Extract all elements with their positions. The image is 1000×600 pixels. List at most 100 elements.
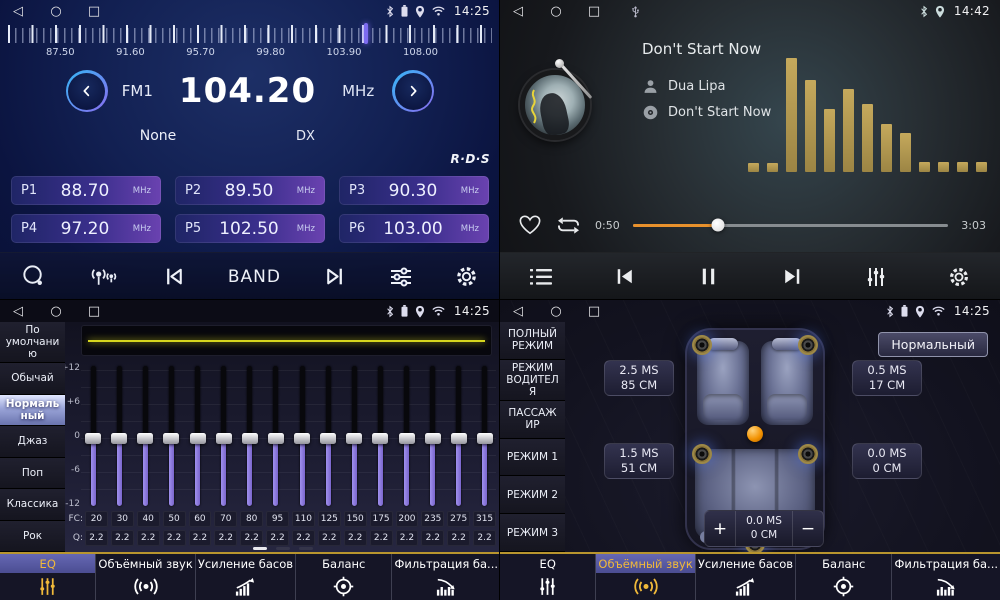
- band-q-value[interactable]: 2.2: [344, 530, 367, 546]
- seek-bar[interactable]: [633, 224, 949, 227]
- recents-button[interactable]: □: [86, 304, 102, 319]
- delay-rear-left-button[interactable]: 1.5 MS 51 CM: [604, 443, 674, 479]
- frequency-scale[interactable]: 87.5091.6095.7099.80103.90108.00: [8, 26, 492, 60]
- eq-band-slider[interactable]: [370, 366, 390, 510]
- band-q-value[interactable]: 2.2: [137, 530, 160, 546]
- listening-mode-item[interactable]: РЕЖИМ 3: [500, 514, 565, 552]
- equalizer-icon[interactable]: [864, 265, 888, 289]
- eq-slider-handle[interactable]: [425, 433, 441, 444]
- band-q-value[interactable]: 2.2: [111, 530, 134, 546]
- eq-preset-item[interactable]: Классика: [0, 489, 65, 520]
- page-dot[interactable]: [253, 547, 267, 550]
- listening-mode-item[interactable]: РЕЖИМ 2: [500, 476, 565, 514]
- band-q-value[interactable]: 2.2: [292, 530, 315, 546]
- listening-mode-item[interactable]: ПАССАЖИР: [500, 401, 565, 439]
- seek-up-button[interactable]: [392, 70, 434, 112]
- tab-bass-boost[interactable]: Усиление басов: [195, 554, 295, 600]
- eq-slider-handle[interactable]: [346, 433, 362, 444]
- band-frequency-value[interactable]: 125: [318, 511, 341, 527]
- band-frequency-value[interactable]: 235: [421, 511, 444, 527]
- eq-slider-handle[interactable]: [163, 433, 179, 444]
- recents-button[interactable]: □: [86, 4, 102, 19]
- tab-balance[interactable]: Баланс: [295, 554, 391, 600]
- tab-surround-sound[interactable]: Объёмный звук: [595, 554, 694, 600]
- eq-preset-item[interactable]: Рок: [0, 521, 65, 552]
- home-button[interactable]: ○: [548, 304, 564, 319]
- delay-decrease-button[interactable]: −: [793, 511, 823, 546]
- tab-filter[interactable]: Фильтрация ба...: [891, 554, 1000, 600]
- seek-down-button[interactable]: [66, 70, 108, 112]
- preset-button-p2[interactable]: P289.50MHz: [175, 176, 325, 205]
- eq-band-slider[interactable]: [318, 366, 338, 510]
- home-button[interactable]: ○: [548, 4, 564, 19]
- band-q-value[interactable]: 2.2: [189, 530, 212, 546]
- preset-button-p4[interactable]: P497.20MHz: [11, 214, 161, 243]
- eq-band-slider[interactable]: [188, 366, 208, 510]
- preset-button-p6[interactable]: P6103.00MHz: [339, 214, 489, 243]
- band-q-value[interactable]: 2.2: [240, 530, 263, 546]
- favorite-heart-icon[interactable]: [518, 214, 542, 236]
- band-frequency-value[interactable]: 40: [137, 511, 160, 527]
- eq-band-slider[interactable]: [344, 366, 364, 510]
- previous-station-icon[interactable]: [162, 264, 187, 289]
- listener-position-ball[interactable]: [747, 426, 763, 442]
- band-q-value[interactable]: 2.2: [421, 530, 444, 546]
- settings-gear-icon[interactable]: [454, 264, 479, 289]
- band-frequency-value[interactable]: 80: [240, 511, 263, 527]
- preset-button-p1[interactable]: P188.70MHz: [11, 176, 161, 205]
- eq-slider-handle[interactable]: [216, 433, 232, 444]
- eq-slider-handle[interactable]: [294, 433, 310, 444]
- eq-band-slider[interactable]: [449, 366, 469, 510]
- scan-button[interactable]: [20, 263, 47, 290]
- band-q-value[interactable]: 2.2: [318, 530, 341, 546]
- band-frequency-value[interactable]: 200: [396, 511, 419, 527]
- back-button[interactable]: ◁: [10, 4, 26, 19]
- tab-filter[interactable]: Фильтрация ба...: [391, 554, 500, 600]
- delay-rear-right-button[interactable]: 0.0 MS 0 CM: [852, 443, 922, 479]
- eq-slider-handle[interactable]: [320, 433, 336, 444]
- tuning-pointer[interactable]: [364, 23, 368, 44]
- delay-front-right-button[interactable]: 0.5 MS 17 CM: [852, 360, 922, 396]
- sound-preset-button[interactable]: Нормальный: [878, 332, 988, 357]
- next-track-icon[interactable]: [780, 264, 805, 289]
- eq-band-slider[interactable]: [214, 366, 234, 510]
- eq-slider-handle[interactable]: [451, 433, 467, 444]
- eq-slider-handle[interactable]: [477, 433, 493, 444]
- eq-preset-item[interactable]: Нормальный: [0, 395, 65, 426]
- tab-eq[interactable]: EQ: [500, 554, 595, 600]
- eq-slider-handle[interactable]: [242, 433, 258, 444]
- band-frequency-value[interactable]: 275: [447, 511, 470, 527]
- band-q-value[interactable]: 2.2: [266, 530, 289, 546]
- band-q-value[interactable]: 2.2: [447, 530, 470, 546]
- band-frequency-value[interactable]: 95: [266, 511, 289, 527]
- listening-mode-item[interactable]: ПОЛНЫЙ РЕЖИМ: [500, 322, 565, 360]
- tab-balance[interactable]: Баланс: [795, 554, 891, 600]
- tab-bass-boost[interactable]: Усиление басов: [695, 554, 795, 600]
- band-q-value[interactable]: 2.2: [370, 530, 393, 546]
- eq-band-slider[interactable]: [397, 366, 417, 510]
- delay-increase-button[interactable]: +: [705, 511, 735, 546]
- eq-band-slider[interactable]: [292, 366, 312, 510]
- eq-slider-handle[interactable]: [137, 433, 153, 444]
- eq-band-slider[interactable]: [83, 366, 103, 510]
- listening-mode-item[interactable]: РЕЖИМ 1: [500, 439, 565, 477]
- eq-preset-item[interactable]: Поп: [0, 458, 65, 489]
- eq-band-slider[interactable]: [109, 366, 129, 510]
- band-q-value[interactable]: 2.2: [85, 530, 108, 546]
- eq-slider-handle[interactable]: [111, 433, 127, 444]
- eq-preset-item[interactable]: Джаз: [0, 426, 65, 457]
- playlist-icon[interactable]: [529, 267, 553, 287]
- band-frequency-value[interactable]: 315: [473, 511, 496, 527]
- band-frequency-value[interactable]: 50: [163, 511, 186, 527]
- next-station-icon[interactable]: [322, 264, 347, 289]
- eq-preset-item[interactable]: По умолчанию: [0, 322, 65, 363]
- page-dot[interactable]: [299, 547, 313, 550]
- page-dot[interactable]: [276, 547, 290, 550]
- band-q-value[interactable]: 2.2: [396, 530, 419, 546]
- pause-icon[interactable]: [696, 264, 721, 289]
- back-button[interactable]: ◁: [510, 304, 526, 319]
- home-button[interactable]: ○: [48, 4, 64, 19]
- eq-slider-handle[interactable]: [372, 433, 388, 444]
- band-frequency-value[interactable]: 60: [189, 511, 212, 527]
- album-art[interactable]: [516, 62, 612, 148]
